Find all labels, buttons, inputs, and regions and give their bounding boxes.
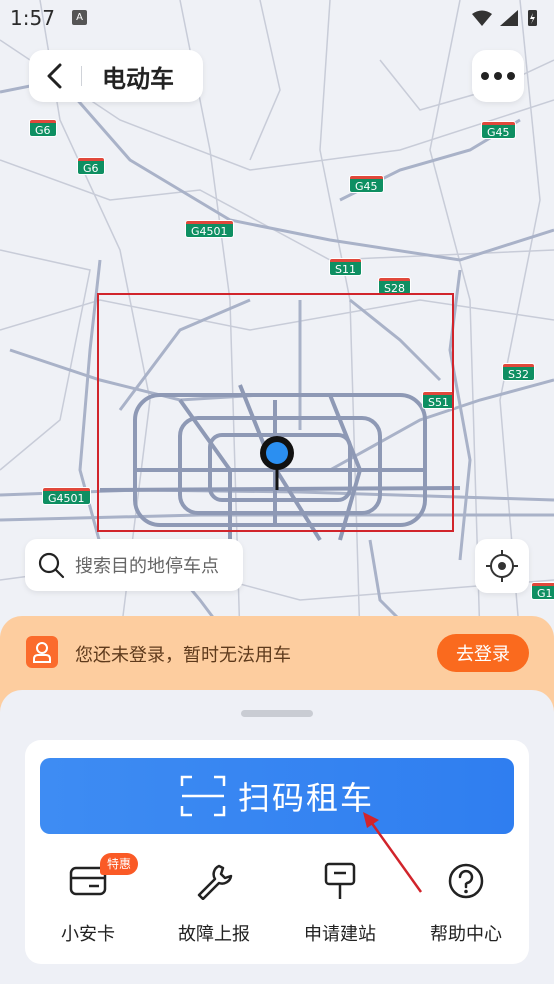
- search-input[interactable]: 搜索目的地停车点: [25, 539, 243, 591]
- title-divider: [81, 66, 82, 86]
- chevron-left-icon: [47, 63, 62, 89]
- login-button[interactable]: 去登录: [437, 634, 529, 672]
- road-shield-s32: S32: [503, 364, 534, 381]
- road-shield-g4501: G4501: [43, 488, 90, 505]
- road-shield-s28: S28: [379, 278, 410, 295]
- location-pin-icon: [260, 436, 294, 490]
- notification-icon: A: [72, 10, 87, 25]
- scan-label: 扫码租车: [237, 779, 374, 817]
- wifi-icon: [472, 10, 492, 26]
- login-message: 您还未登录，暂时无法用车: [75, 645, 291, 666]
- bottom-sheet: 扫码租车 特惠 小安卡 故障上报 申请建站 帮助中心: [0, 690, 554, 984]
- road-shield-g1: G1: [532, 583, 554, 600]
- road-shield-g4501: G4501: [186, 221, 233, 238]
- more-button[interactable]: [472, 50, 524, 102]
- annotation-highlight-box: [97, 293, 454, 532]
- search-icon: [38, 552, 65, 579]
- quick-action-label: 小安卡: [61, 924, 115, 945]
- quick-action-card[interactable]: 特惠 小安卡: [33, 853, 143, 950]
- road-shield-g45: G45: [482, 122, 515, 139]
- status-time: 1:57: [10, 6, 55, 30]
- quick-action-fault-report[interactable]: 故障上报: [159, 860, 269, 950]
- annotation-arrow: [363, 812, 423, 893]
- wrench-icon: [193, 860, 235, 902]
- promo-badge: 特惠: [100, 853, 139, 875]
- help-icon: [445, 860, 487, 902]
- search-placeholder: 搜索目的地停车点: [75, 556, 219, 577]
- scan-rent-button[interactable]: 扫码租车: [40, 758, 514, 834]
- road-shield-g6: G6: [30, 120, 56, 137]
- page-title: 电动车: [102, 64, 174, 93]
- road-shield-g6: G6: [78, 158, 104, 175]
- road-shield-g45: G45: [350, 176, 383, 193]
- locate-button[interactable]: [475, 539, 529, 593]
- quick-action-label: 帮助中心: [430, 924, 502, 945]
- action-card: 扫码租车 特惠 小安卡 故障上报 申请建站 帮助中心: [25, 740, 529, 964]
- drag-handle[interactable]: [241, 710, 313, 717]
- quick-action-label: 申请建站: [304, 924, 376, 945]
- title-bar: 电动车: [29, 50, 203, 102]
- status-bar: 1:57 A: [0, 0, 554, 36]
- scan-icon: [180, 775, 226, 817]
- road-shield-s11: S11: [330, 259, 361, 276]
- signal-icon: [500, 10, 518, 26]
- status-icons: [472, 10, 537, 26]
- quick-action-label: 故障上报: [178, 924, 250, 945]
- more-dots-icon: [481, 72, 489, 80]
- back-button[interactable]: [29, 50, 81, 102]
- user-icon: [26, 636, 58, 668]
- crosshair-icon: [486, 550, 518, 582]
